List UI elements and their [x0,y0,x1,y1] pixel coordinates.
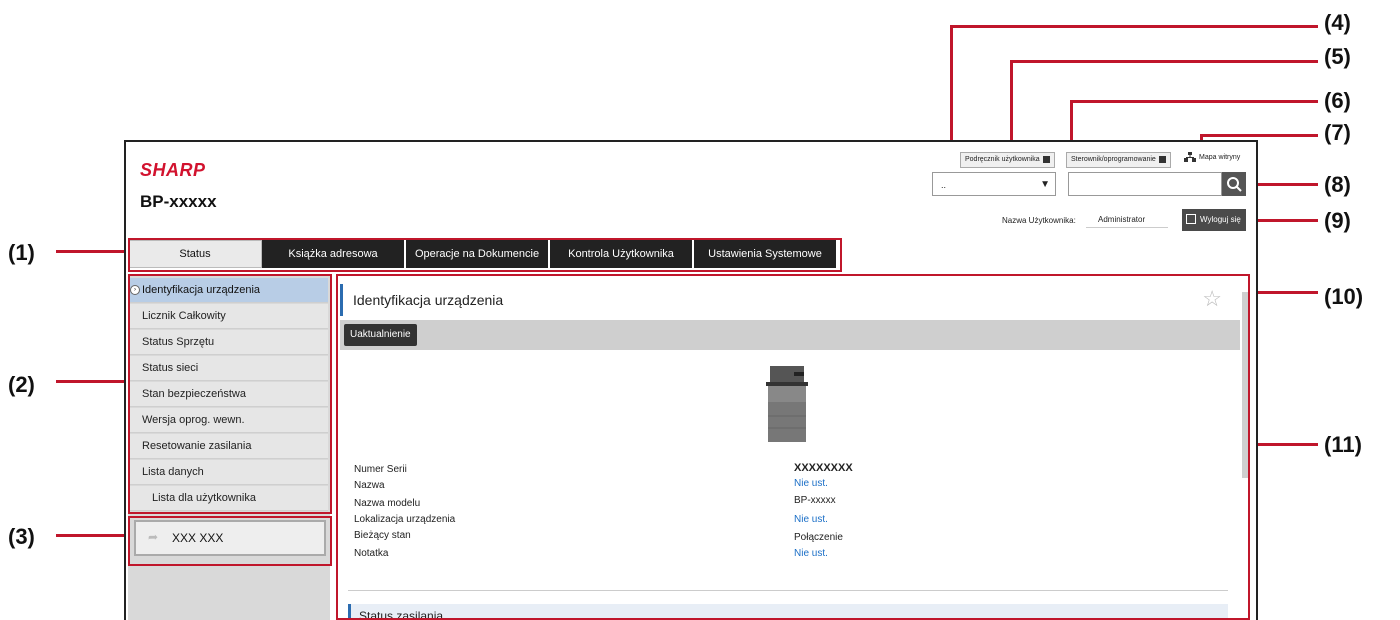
model-name: BP-xxxxx [140,192,217,211]
callout-line-10 [1250,291,1318,294]
logout-label: Wyloguj się [1200,215,1241,224]
callout-1: (1) [8,240,35,265]
quick-menu-select[interactable]: .. ▼ [932,172,1056,196]
book-icon [1042,155,1050,163]
callout-line-6 [1070,100,1318,103]
highlight-content [336,274,1250,620]
web-ui-frame: SHARP BP-xxxxx Podręcznik użytkownika St… [124,140,1258,620]
callout-line-11 [1250,443,1318,446]
callout-4: (4) [1324,10,1351,35]
callout-11: (11) [1324,432,1362,457]
book-icon [1158,155,1166,163]
callout-9: (9) [1324,208,1351,233]
search-input[interactable] [1068,172,1222,196]
callout-2: (2) [8,372,35,397]
user-manual-link[interactable]: Podręcznik użytkownika [960,152,1055,168]
user-manual-label: Podręcznik użytkownika [965,156,1040,163]
sitemap-link[interactable]: Mapa witryny [1184,152,1240,162]
callout-line-5 [1010,60,1318,63]
user-name-label: Nazwa Użytkownika: [1002,216,1076,225]
callout-6: (6) [1324,88,1351,113]
callout-10: (10) [1324,284,1364,309]
sharp-logo: SHARP [140,160,206,180]
logout-button[interactable]: Wyloguj się [1182,209,1246,231]
callout-line-3 [56,534,126,537]
user-name-value: Administrator [1086,212,1168,228]
callout-line-1 [56,250,126,253]
callout-5: (5) [1324,44,1351,69]
driver-software-link[interactable]: Sterownik/oprogramowanie [1066,152,1171,168]
chevron-down-icon: ▼ [1040,179,1050,190]
logout-icon [1186,214,1196,224]
select-value: .. [941,180,947,190]
callout-line-7 [1200,134,1318,137]
callout-7: (7) [1324,120,1351,145]
callout-3: (3) [8,524,35,549]
highlight-tabs [128,238,842,272]
callout-8: (8) [1324,172,1351,197]
sitemap-icon [1184,152,1196,162]
search-icon [1227,177,1242,192]
callout-line-2 [56,380,126,383]
search-button[interactable] [1222,172,1246,196]
driver-software-label: Sterownik/oprogramowanie [1071,156,1156,163]
highlight-custom-link [128,516,332,566]
callout-line-4 [950,25,1318,28]
highlight-sidebar [128,274,332,514]
sitemap-label: Mapa witryny [1199,153,1241,161]
